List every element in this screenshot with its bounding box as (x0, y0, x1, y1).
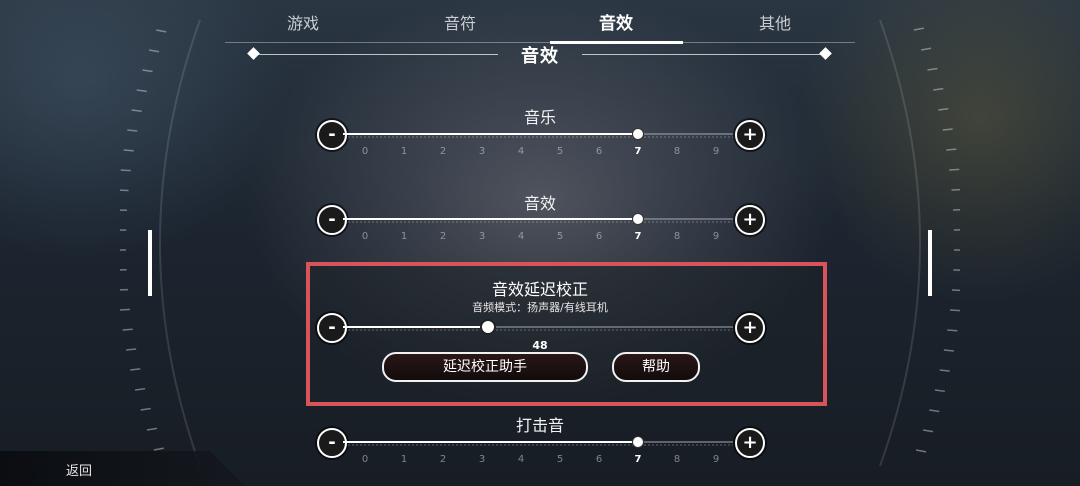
tick-label: 8 (673, 146, 681, 157)
music-slider-knob[interactable] (632, 128, 644, 140)
back-label: 返回 (66, 464, 93, 479)
tick-label: 1 (400, 146, 408, 157)
sfx-slider-knob[interactable] (632, 213, 644, 225)
sfx-plus-button[interactable]: + (735, 205, 765, 235)
tick-label: 2 (439, 454, 447, 465)
delay-minus-button[interactable]: - (317, 313, 347, 343)
tick-label: 9 (712, 146, 720, 157)
help-button[interactable]: 帮助 (612, 352, 700, 382)
tick-label: 7 (634, 146, 642, 157)
tick-label: 8 (673, 454, 681, 465)
music-plus-button[interactable]: + (735, 120, 765, 150)
tick-label: 4 (517, 454, 525, 465)
tick-label: 9 (712, 231, 720, 242)
tick-label: 4 (517, 146, 525, 157)
hit-sound-slider-track[interactable] (343, 441, 733, 446)
audio-mode-text: 音频模式：扬声器/有线耳机 (472, 301, 608, 314)
tick-label: 2 (439, 146, 447, 157)
tick-label: 6 (595, 454, 603, 465)
music-slider-track[interactable] (343, 133, 733, 138)
settings-tabs: 游戏 音符 音效 其他 (225, 0, 855, 44)
tick-label: 0 (361, 231, 369, 242)
hit-sound-minus-button[interactable]: - (317, 428, 347, 458)
music-minus-button[interactable]: - (317, 120, 347, 150)
section-title: 音效 (521, 46, 559, 67)
sfx-slider-fill (343, 218, 638, 220)
tick-label: 4 (517, 231, 525, 242)
music-label: 音乐 (523, 108, 556, 127)
tab-other[interactable]: 其他 (715, 10, 835, 34)
tick-label: 3 (478, 454, 486, 465)
delay-value: 48 (532, 339, 548, 352)
tick-label: 0 (361, 454, 369, 465)
delay-slider-fill (343, 326, 488, 328)
tab-notes[interactable]: 音符 (400, 10, 520, 34)
sfx-slider-track[interactable] (343, 218, 733, 223)
tick-label: 5 (556, 146, 564, 157)
tick-label: 3 (478, 146, 486, 157)
tick-label: 7 (634, 231, 642, 242)
hit-sound-slider-knob[interactable] (632, 436, 644, 448)
tick-label: 5 (556, 231, 564, 242)
music-slider-fill (343, 133, 638, 135)
sfx-label: 音效 (523, 194, 556, 213)
hit-sound-slider-fill (343, 441, 638, 443)
tick-label: 7 (634, 454, 642, 465)
title-line-right (582, 54, 822, 55)
tick-label: 6 (595, 146, 603, 157)
delay-plus-button[interactable]: + (735, 313, 765, 343)
tick-label: 0 (361, 146, 369, 157)
delay-assistant-button[interactable]: 延迟校正助手 (382, 352, 588, 382)
tab-sound-effects[interactable]: 音效 (556, 9, 676, 34)
tick-label: 3 (478, 231, 486, 242)
tick-label: 9 (712, 454, 720, 465)
delay-calibration-title: 音效延迟校正 (491, 280, 588, 299)
hit-sound-label: 打击音 (515, 416, 564, 435)
back-button[interactable]: 返回 (0, 451, 245, 486)
sfx-minus-button[interactable]: - (317, 205, 347, 235)
tick-label: 1 (400, 231, 408, 242)
tick-label: 8 (673, 231, 681, 242)
tick-label: 1 (400, 454, 408, 465)
tick-label: 6 (595, 231, 603, 242)
delay-slider-track[interactable] (343, 326, 733, 331)
tab-game[interactable]: 游戏 (243, 10, 363, 34)
tick-label: 2 (439, 231, 447, 242)
tick-label: 5 (556, 454, 564, 465)
hit-sound-plus-button[interactable]: + (735, 428, 765, 458)
